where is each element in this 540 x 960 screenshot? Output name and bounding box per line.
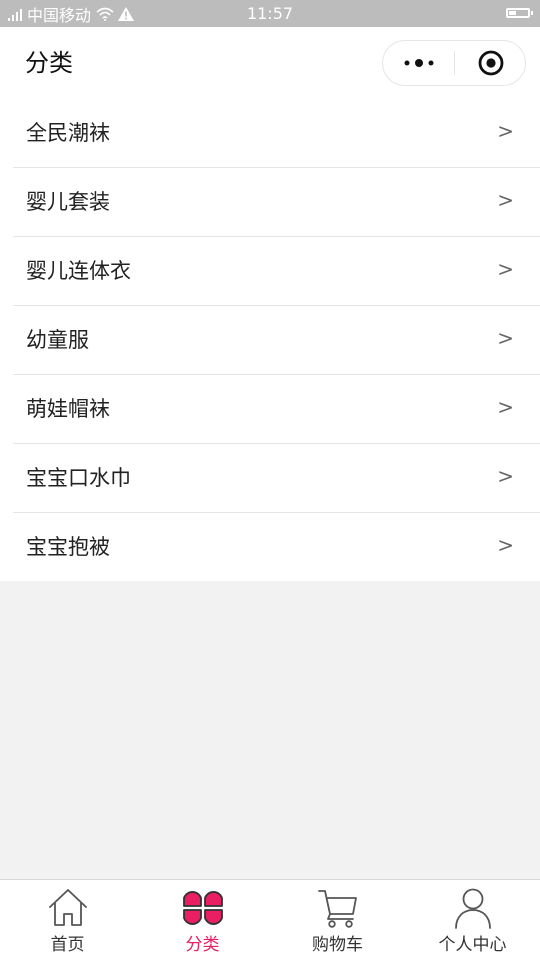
category-item[interactable]: 宝宝口水巾 > bbox=[0, 444, 540, 513]
category-item[interactable]: 全民潮袜 > bbox=[0, 99, 540, 168]
category-label: 全民潮袜 bbox=[26, 121, 110, 145]
tab-home[interactable]: 首页 bbox=[0, 880, 135, 960]
chevron-right-icon: > bbox=[497, 395, 514, 419]
tab-label: 首页 bbox=[50, 935, 85, 955]
category-item[interactable]: 婴儿连体衣 > bbox=[0, 237, 540, 306]
category-item[interactable]: 萌娃帽袜 > bbox=[0, 375, 540, 444]
more-dots-icon bbox=[404, 59, 433, 67]
battery-icon bbox=[506, 8, 533, 18]
tab-label: 个人中心 bbox=[438, 935, 507, 955]
target-circle-icon bbox=[478, 50, 503, 76]
user-icon bbox=[454, 888, 491, 929]
chevron-right-icon: > bbox=[497, 464, 514, 488]
category-label: 婴儿套装 bbox=[26, 190, 110, 214]
page-title: 分类 bbox=[25, 49, 73, 77]
category-list: 全民潮袜 > 婴儿套装 > 婴儿连体衣 > 幼童服 > 萌娃帽袜 > 宝宝口水巾… bbox=[0, 99, 540, 581]
home-icon bbox=[48, 889, 87, 926]
category-label: 幼童服 bbox=[26, 328, 89, 352]
navigation-bar: 分类 bbox=[0, 27, 540, 99]
tab-bar: 首页 分类 购物车 个人中心 bbox=[0, 879, 540, 960]
cart-icon bbox=[317, 890, 357, 928]
category-icon bbox=[182, 891, 223, 925]
category-item[interactable]: 宝宝抱被 > bbox=[0, 513, 540, 582]
tab-label: 购物车 bbox=[312, 935, 363, 955]
tab-category[interactable]: 分类 bbox=[135, 880, 270, 960]
category-item[interactable]: 幼童服 > bbox=[0, 306, 540, 375]
more-button[interactable] bbox=[383, 41, 454, 85]
chevron-right-icon: > bbox=[497, 326, 514, 350]
category-item[interactable]: 婴儿套装 > bbox=[0, 168, 540, 237]
chevron-right-icon: > bbox=[497, 533, 514, 557]
chevron-right-icon: > bbox=[497, 257, 514, 281]
tab-profile[interactable]: 个人中心 bbox=[405, 880, 540, 960]
status-time: 11:57 bbox=[246, 4, 294, 23]
tab-label: 分类 bbox=[185, 935, 220, 955]
chevron-right-icon: > bbox=[497, 188, 514, 212]
status-bar: 中国移动 11:57 bbox=[0, 0, 540, 27]
chevron-right-icon: > bbox=[497, 119, 514, 143]
category-label: 宝宝口水巾 bbox=[26, 466, 131, 490]
category-label: 宝宝抱被 bbox=[26, 535, 110, 559]
miniprogram-capsule bbox=[382, 40, 526, 86]
close-miniprogram-button[interactable] bbox=[455, 41, 526, 85]
tab-cart[interactable]: 购物车 bbox=[270, 880, 405, 960]
category-label: 萌娃帽袜 bbox=[26, 397, 110, 421]
category-label: 婴儿连体衣 bbox=[26, 259, 131, 283]
